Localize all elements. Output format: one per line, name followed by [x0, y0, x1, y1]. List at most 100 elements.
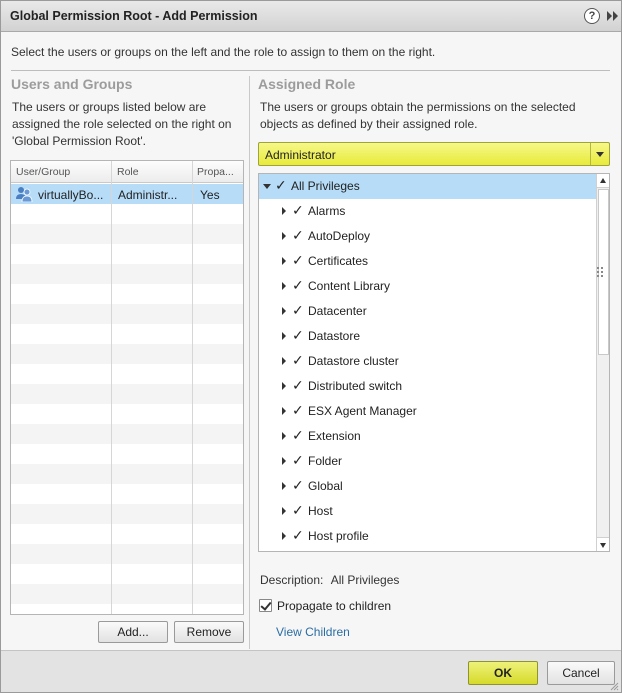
expand-arrow-icon[interactable] [282, 407, 286, 415]
check-icon[interactable]: ✓ [292, 427, 304, 444]
expand-arrow-icon[interactable] [282, 432, 286, 440]
panel-splitter[interactable] [249, 76, 250, 649]
grip-icon[interactable] [597, 267, 607, 279]
empty-row [11, 244, 243, 264]
empty-row [11, 204, 243, 224]
role-dropdown-value: Administrator [265, 148, 336, 162]
empty-row [11, 224, 243, 244]
tree-item[interactable]: ✓ Host [259, 499, 596, 524]
expand-arrow-icon[interactable] [282, 207, 286, 215]
assigned-role-title: Assigned Role [258, 76, 356, 92]
empty-row [11, 544, 243, 564]
cancel-button[interactable]: Cancel [547, 661, 615, 685]
tree-item[interactable]: ✓ AutoDeploy [259, 224, 596, 249]
check-icon[interactable]: ✓ [292, 452, 304, 469]
ok-button[interactable]: OK [468, 661, 538, 685]
column-divider [111, 161, 112, 614]
expand-arrow-icon[interactable] [282, 457, 286, 465]
column-header-role[interactable]: Role [117, 166, 139, 178]
add-permission-dialog: Global Permission Root - Add Permission … [0, 0, 622, 693]
empty-row [11, 464, 243, 484]
expand-arrow-icon[interactable] [282, 482, 286, 490]
tree-item[interactable]: ✓ ESX Agent Manager [259, 399, 596, 424]
check-icon[interactable]: ✓ [292, 402, 304, 419]
check-icon[interactable]: ✓ [292, 302, 304, 319]
check-icon[interactable]: ✓ [292, 502, 304, 519]
empty-row [11, 384, 243, 404]
expand-arrow-icon[interactable] [282, 507, 286, 515]
tree-item[interactable]: ✓ Distributed switch [259, 374, 596, 399]
expand-arrow-icon[interactable] [282, 257, 286, 265]
empty-row [11, 324, 243, 344]
check-icon[interactable]: ✓ [292, 252, 304, 269]
empty-row [11, 604, 243, 614]
empty-row [11, 284, 243, 304]
tree-item[interactable]: ✓ Datastore cluster [259, 349, 596, 374]
empty-row [11, 304, 243, 324]
row-propagate: Yes [200, 188, 220, 202]
expand-arrow-icon[interactable] [282, 232, 286, 240]
scroll-down-icon[interactable] [597, 537, 609, 551]
tree-item[interactable]: ✓ Content Library [259, 274, 596, 299]
user-group-icon [16, 187, 33, 202]
role-dropdown[interactable]: Administrator [258, 142, 610, 166]
propagate-label[interactable]: Propagate to children [277, 599, 391, 613]
propagate-checkbox[interactable] [259, 599, 272, 612]
tree-item[interactable]: ✓ Alarms [259, 199, 596, 224]
expand-arrow-icon[interactable] [282, 357, 286, 365]
check-icon[interactable]: ✓ [292, 277, 304, 294]
view-children-link[interactable]: View Children [276, 625, 350, 639]
collapse-arrow-icon[interactable] [263, 184, 271, 189]
empty-row [11, 584, 243, 604]
users-groups-description: The users or groups listed below are ass… [12, 100, 232, 148]
tree-item[interactable]: ✓ Folder [259, 449, 596, 474]
tree-item[interactable]: ✓ Certificates [259, 249, 596, 274]
check-icon[interactable]: ✓ [292, 377, 304, 394]
tree-item[interactable]: ✓ Extension [259, 424, 596, 449]
tree-item-all-privileges[interactable]: ✓ All Privileges [259, 174, 596, 199]
row-role: Administr... [118, 188, 178, 202]
empty-row [11, 364, 243, 384]
tree-item[interactable]: ✓ Datastore [259, 324, 596, 349]
tree-item[interactable]: ✓ Global [259, 474, 596, 499]
add-button[interactable]: Add... [98, 621, 168, 643]
expand-arrow-icon[interactable] [282, 332, 286, 340]
empty-row [11, 344, 243, 364]
tree-item[interactable]: ✓ Datacenter [259, 299, 596, 324]
check-icon[interactable]: ✓ [292, 327, 304, 344]
check-icon[interactable]: ✓ [292, 352, 304, 369]
resize-grip-icon[interactable] [609, 681, 619, 691]
tree-scrollbar[interactable] [596, 174, 609, 551]
users-grid[interactable]: User/Group Role Propa... virtuallyBo... … [10, 160, 244, 615]
empty-row [11, 564, 243, 584]
check-icon[interactable]: ✓ [292, 527, 304, 544]
check-icon[interactable]: ✓ [292, 202, 304, 219]
row-user: virtuallyBo... [38, 188, 104, 202]
assigned-role-description: The users or groups obtain the permissio… [260, 100, 576, 131]
expand-icon[interactable] [606, 9, 620, 23]
empty-row [11, 424, 243, 444]
column-header-user[interactable]: User/Group [16, 166, 70, 178]
expand-arrow-icon[interactable] [282, 532, 286, 540]
column-header-propagate[interactable]: Propa... [197, 166, 234, 178]
dialog-title: Global Permission Root - Add Permission [10, 9, 258, 23]
empty-row [11, 504, 243, 524]
check-icon[interactable]: ✓ [292, 227, 304, 244]
check-icon[interactable]: ✓ [275, 177, 287, 194]
scroll-up-icon[interactable] [597, 174, 609, 188]
title-bar[interactable]: Global Permission Root - Add Permission … [1, 1, 621, 32]
empty-row [11, 484, 243, 504]
expand-arrow-icon[interactable] [282, 382, 286, 390]
column-divider [192, 161, 193, 614]
privileges-tree[interactable]: ✓ All Privileges ✓ Alarms ✓ AutoDeploy ✓… [258, 173, 610, 552]
empty-row [11, 404, 243, 424]
help-icon[interactable]: ? [584, 8, 600, 24]
empty-row [11, 264, 243, 284]
expand-arrow-icon[interactable] [282, 282, 286, 290]
expand-arrow-icon[interactable] [282, 307, 286, 315]
remove-button[interactable]: Remove [174, 621, 244, 643]
table-row[interactable]: virtuallyBo... Administr... Yes [11, 184, 243, 204]
tree-item[interactable]: ✓ Host profile [259, 524, 596, 549]
check-icon[interactable]: ✓ [292, 477, 304, 494]
chevron-down-icon[interactable] [590, 143, 609, 165]
